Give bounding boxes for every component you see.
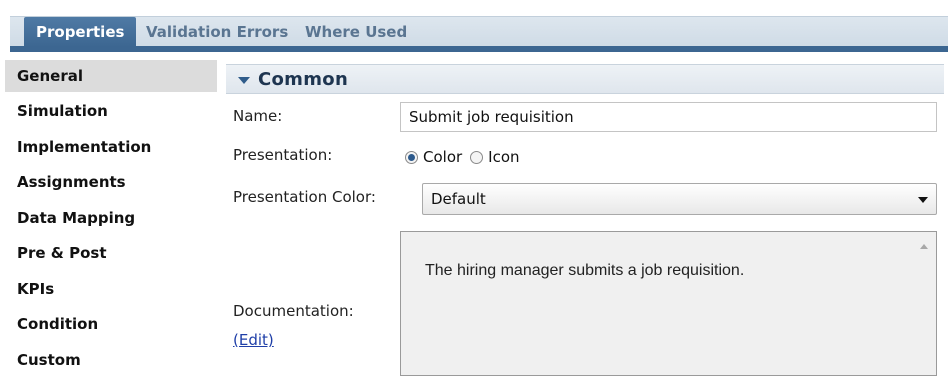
- documentation-edit-link[interactable]: (Edit): [233, 331, 274, 349]
- presentation-color-label[interactable]: Color: [423, 148, 462, 166]
- triangle-down-icon[interactable]: [238, 77, 250, 84]
- presentation-color-field-label: Presentation Color:: [233, 188, 376, 206]
- name-label: Name:: [233, 107, 283, 125]
- sidebar-item-custom[interactable]: Custom: [5, 344, 217, 376]
- sidebar-item-general[interactable]: General: [5, 60, 217, 92]
- presentation-color-select[interactable]: Default: [422, 183, 937, 215]
- tab-properties[interactable]: Properties: [24, 17, 137, 47]
- radio-selected-dot: [408, 153, 415, 161]
- presentation-color-radio[interactable]: [405, 150, 418, 164]
- properties-tab-bar: Properties Validation Errors Where Used: [0, 0, 948, 52]
- presentation-radio-group: Color Icon: [405, 146, 528, 168]
- name-input[interactable]: Submit job requisition: [400, 102, 937, 132]
- tab-underline: [10, 46, 948, 52]
- presentation-icon-label[interactable]: Icon: [488, 148, 519, 166]
- section-title: Common: [258, 69, 349, 90]
- presentation-icon-radio[interactable]: [470, 150, 484, 164]
- sidebar-item-simulation[interactable]: Simulation: [5, 95, 217, 127]
- presentation-label: Presentation:: [233, 146, 333, 164]
- documentation-textarea[interactable]: The hiring manager submits a job requisi…: [400, 231, 937, 376]
- tab-strip: Properties Validation Errors Where Used: [10, 16, 948, 47]
- sidebar-item-condition[interactable]: Condition: [5, 308, 217, 340]
- sidebar-item-assignments[interactable]: Assignments: [5, 166, 217, 198]
- sidebar-item-kpis[interactable]: KPIs: [5, 273, 217, 305]
- documentation-text: The hiring manager submits a job requisi…: [425, 262, 745, 279]
- presentation-color-value: Default: [431, 190, 486, 208]
- sidebar: General Simulation Implementation Assign…: [0, 56, 220, 372]
- common-section-header[interactable]: Common: [226, 64, 944, 94]
- sidebar-item-data-mapping[interactable]: Data Mapping: [5, 202, 217, 234]
- chevron-down-icon[interactable]: [918, 197, 928, 203]
- tab-where-used[interactable]: Where Used: [305, 17, 407, 47]
- scroll-up-arrow-icon[interactable]: [920, 244, 928, 249]
- sidebar-item-implementation[interactable]: Implementation: [5, 131, 217, 163]
- tab-validation-errors[interactable]: Validation Errors: [146, 17, 288, 47]
- sidebar-item-pre-post[interactable]: Pre & Post: [5, 237, 217, 269]
- documentation-label: Documentation:: [233, 302, 354, 320]
